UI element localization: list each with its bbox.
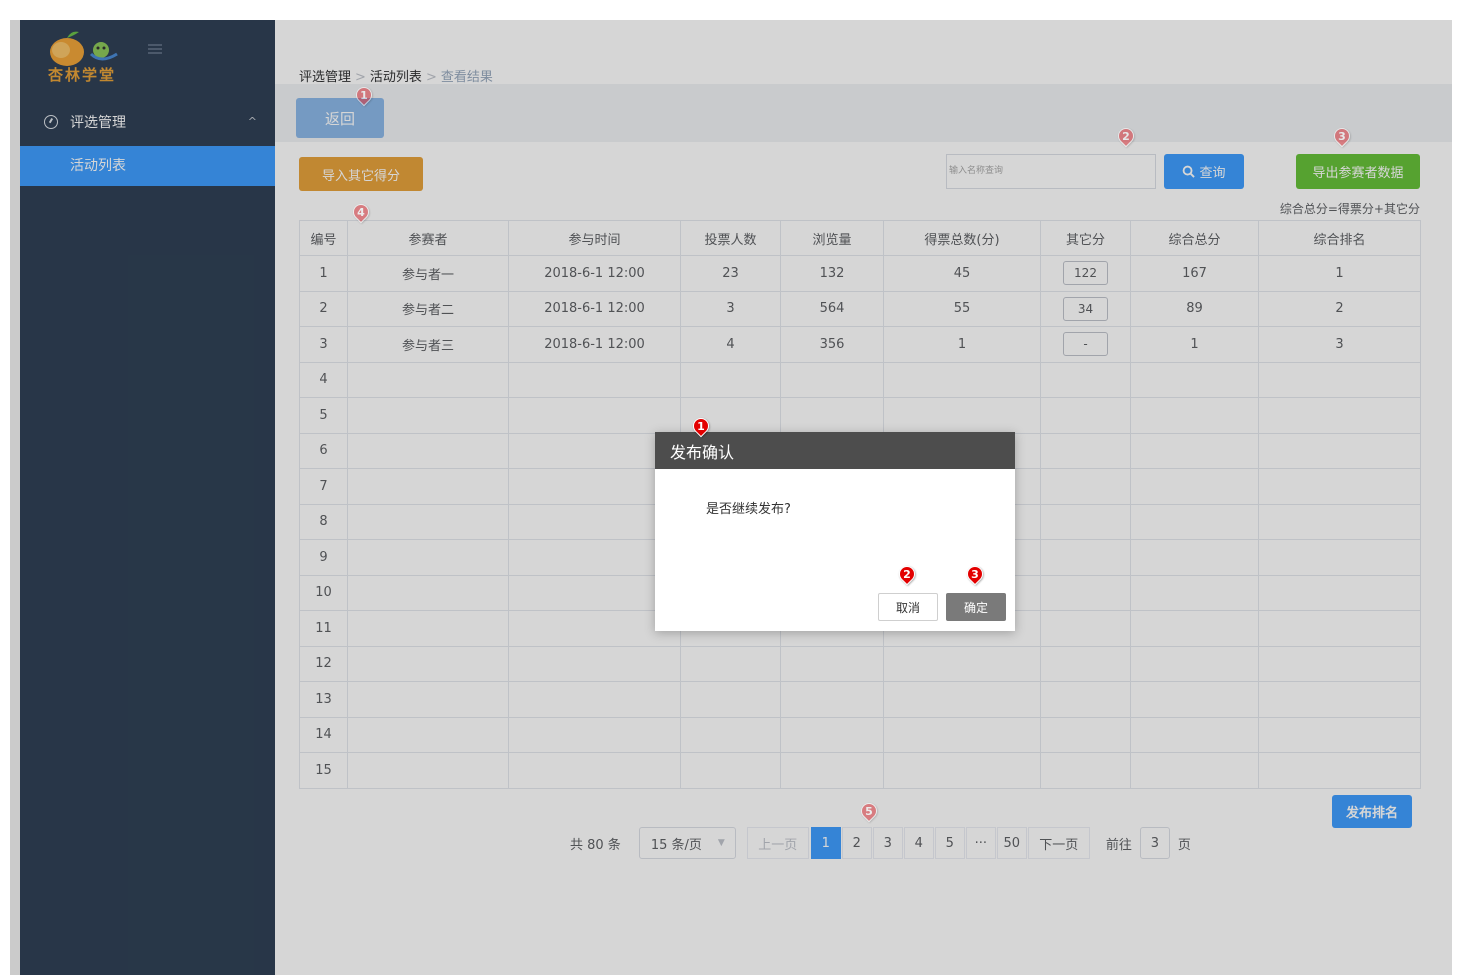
annotation-marker: 4 xyxy=(349,200,373,228)
annotation-marker: 2 xyxy=(1114,124,1138,152)
confirm-button[interactable]: 确定 xyxy=(946,593,1006,621)
annotation-marker: 3 xyxy=(1330,124,1354,152)
annotation-marker: 2 xyxy=(895,562,919,590)
cancel-button[interactable]: 取消 xyxy=(878,593,938,621)
annotation-marker: 1 xyxy=(352,83,376,111)
annotation-marker: 1 xyxy=(689,414,713,442)
annotation-marker: 5 xyxy=(857,799,881,827)
annotation-marker: 3 xyxy=(963,562,987,590)
publish-confirm-dialog: 发布确认 是否继续发布? 取消 确定 xyxy=(655,432,1015,631)
dialog-message: 是否继续发布? xyxy=(706,502,791,517)
